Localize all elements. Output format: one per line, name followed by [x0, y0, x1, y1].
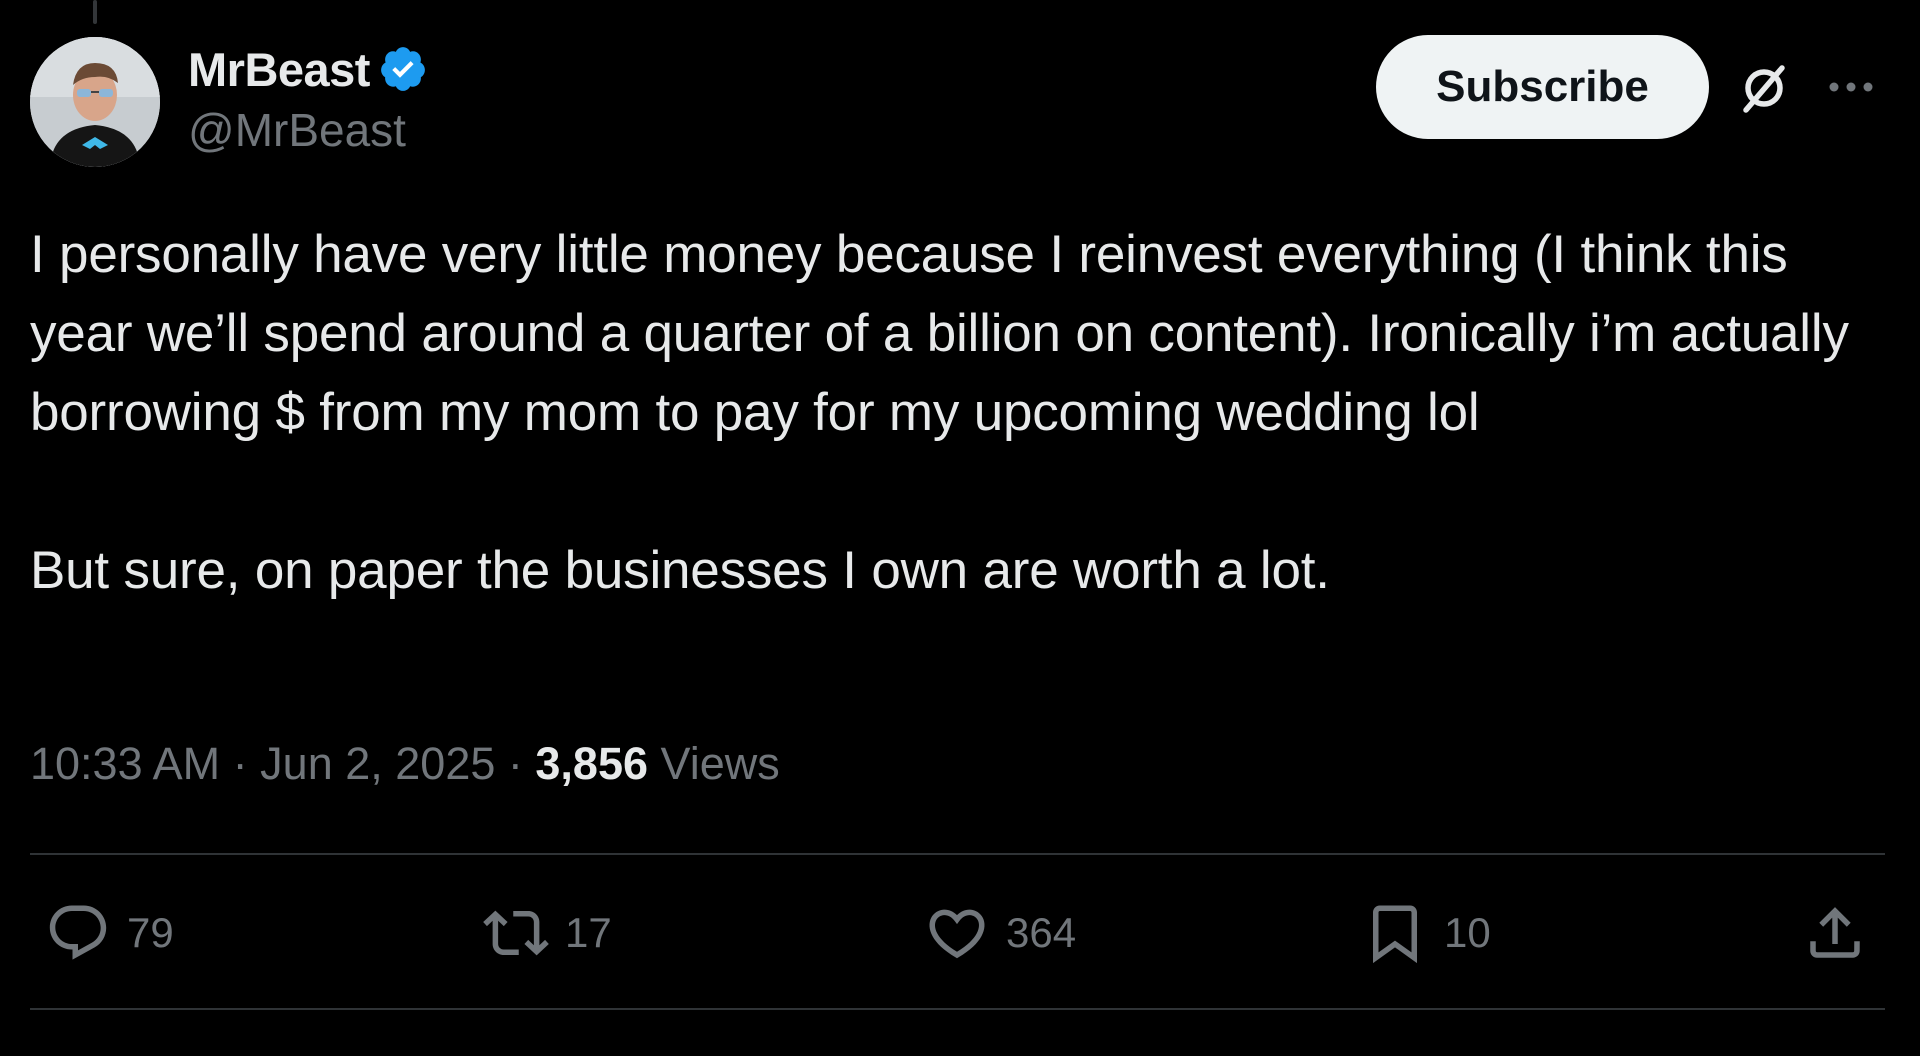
- bookmark-icon: [1373, 905, 1417, 964]
- author-name-row: MrBeast: [188, 40, 428, 98]
- tweet-text: I personally have very little money beca…: [30, 225, 1849, 600]
- repost-count: 17: [565, 909, 612, 956]
- like-button[interactable]: 364: [924, 900, 1076, 966]
- reply-count: 79: [127, 909, 174, 956]
- heart-icon: [929, 909, 985, 959]
- views-label: Views: [660, 738, 780, 789]
- tweet-time[interactable]: 10:33 AM: [30, 738, 220, 789]
- meta-separator: ·: [232, 738, 248, 789]
- more-icon[interactable]: [1826, 72, 1876, 102]
- tweet-metadata: 10:33 AM · Jun 2, 2025 · 3,856 Views: [30, 738, 780, 790]
- repost-button[interactable]: 17: [483, 900, 612, 966]
- meta-separator: ·: [507, 738, 523, 789]
- divider: [30, 1008, 1885, 1010]
- views-count: 3,856: [535, 738, 649, 789]
- bookmark-count: 10: [1444, 909, 1491, 956]
- divider: [30, 853, 1885, 855]
- author-display-name[interactable]: MrBeast: [188, 42, 370, 97]
- bookmark-button[interactable]: 10: [1362, 900, 1491, 966]
- verified-badge-icon[interactable]: [378, 44, 428, 94]
- share-button[interactable]: [1802, 900, 1868, 966]
- tweet-date[interactable]: Jun 2, 2025: [260, 738, 495, 789]
- share-icon: [1810, 907, 1860, 958]
- reply-icon: [49, 905, 107, 960]
- reply-button[interactable]: 79: [45, 900, 174, 966]
- grok-icon[interactable]: [1734, 58, 1794, 118]
- avatar-image: [30, 37, 160, 167]
- thread-connector-line: [93, 0, 97, 24]
- like-count: 364: [1006, 909, 1077, 956]
- subscribe-button[interactable]: Subscribe: [1376, 35, 1709, 139]
- tweet-page: MrBeast @MrBeast Subscribe I personally …: [0, 0, 1920, 1056]
- repost-icon: [483, 910, 549, 956]
- avatar[interactable]: [30, 37, 160, 167]
- author-handle[interactable]: @MrBeast: [188, 103, 406, 157]
